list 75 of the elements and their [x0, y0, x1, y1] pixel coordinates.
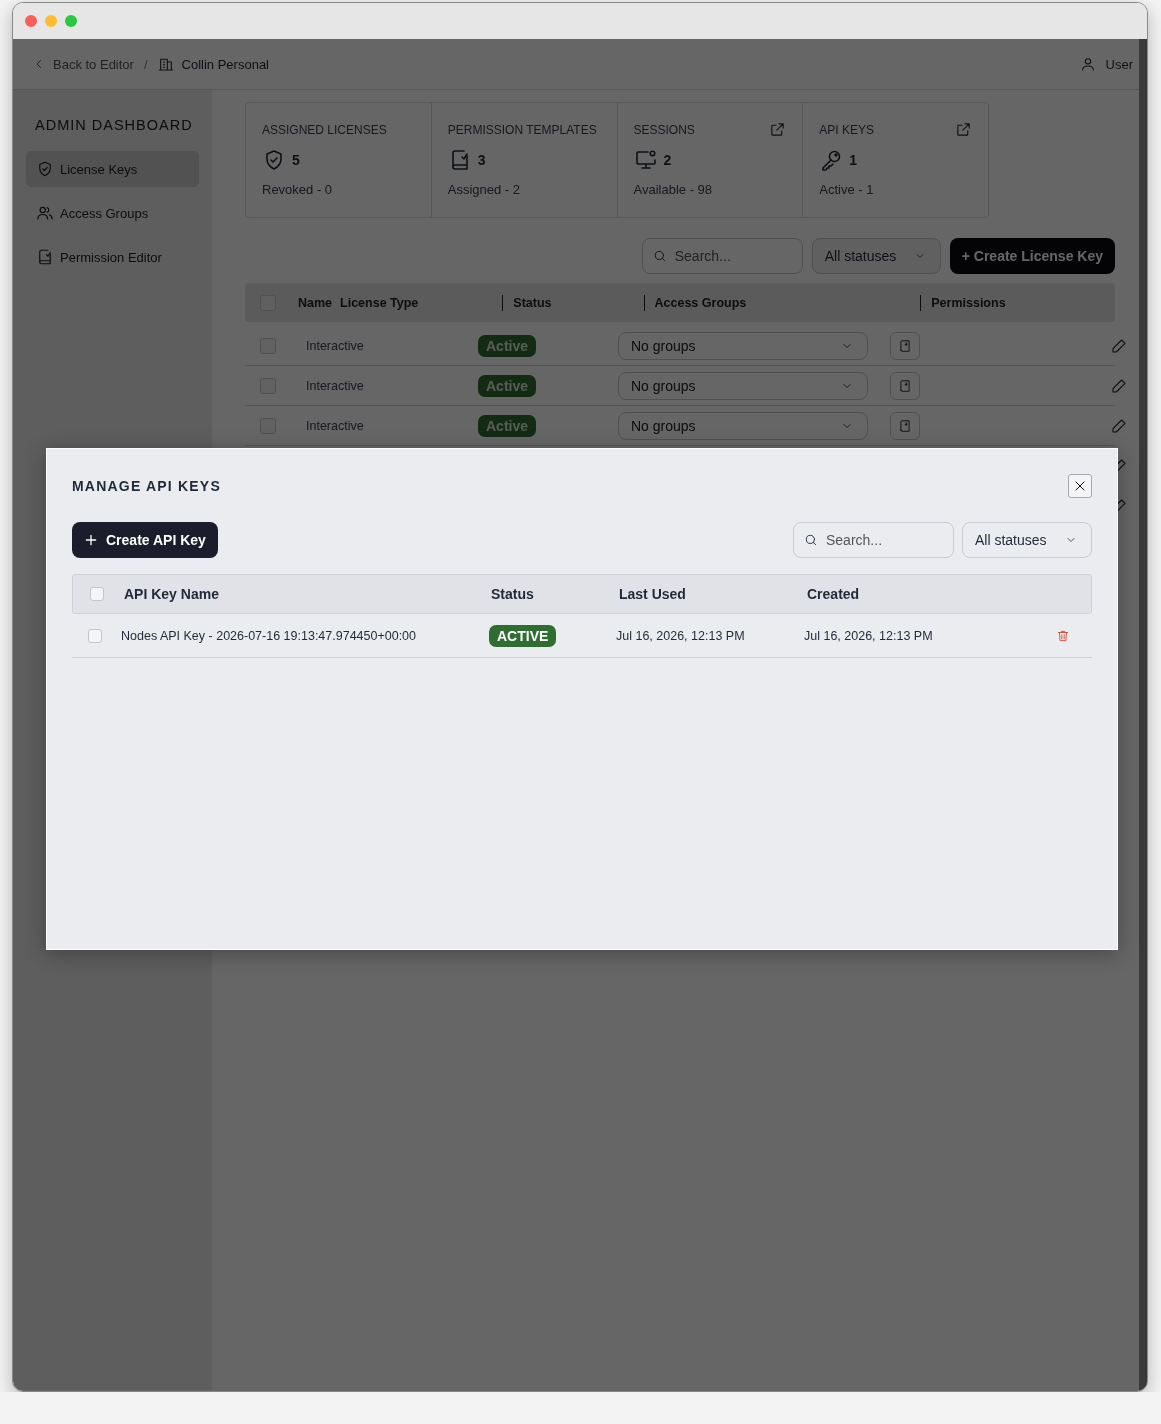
column-header: Name: [298, 295, 333, 310]
permissions-button[interactable]: [890, 331, 920, 360]
row-checkbox[interactable]: [88, 628, 102, 643]
column-header: Status: [491, 586, 535, 602]
sidebar-item[interactable]: Permission Editor: [26, 239, 199, 275]
stat-detail: Active - 1: [819, 182, 875, 197]
license-type: Interactive: [306, 338, 365, 353]
modal-title: MANAGE API KEYS: [72, 478, 221, 494]
stat-title: SESSIONS: [633, 122, 695, 137]
license-type: Interactive: [306, 378, 365, 393]
external-link-icon[interactable]: [769, 121, 787, 138]
search-field[interactable]: Search...: [641, 238, 803, 274]
created-date: Jul 16, 2026, 12:13 PM: [804, 628, 934, 643]
column-header: License Type: [340, 295, 419, 310]
stat-detail: Assigned - 2: [447, 182, 521, 197]
sidebar-item[interactable]: License Keys: [26, 151, 199, 187]
scrollbar[interactable]: [1139, 39, 1147, 1391]
stat-value: 2: [663, 152, 672, 168]
select-all-checkbox[interactable]: [90, 587, 104, 601]
zoom-window-button[interactable]: [65, 15, 77, 27]
trash-icon[interactable]: [1056, 628, 1070, 643]
last-used-date: Jul 16, 2026, 12:13 PM: [616, 628, 746, 643]
column-header: API Key Name: [124, 586, 220, 602]
book-icon: [898, 338, 912, 353]
column-header: Last Used: [619, 586, 687, 602]
search-field[interactable]: Search...: [793, 522, 954, 558]
book-icon: [898, 418, 912, 433]
building-icon: [157, 56, 174, 72]
user-icon: [1079, 56, 1096, 72]
book-icon: [36, 248, 54, 266]
api-key-name: Nodes API Key - 2026-07-16 19:13:47.974450+00:00: [121, 628, 418, 643]
stat-value: 3: [477, 152, 486, 168]
close-button[interactable]: [1068, 474, 1092, 498]
user-menu[interactable]: User: [1105, 56, 1133, 72]
sidebar-item[interactable]: Access Groups: [26, 195, 199, 231]
column-header: Permissions: [931, 295, 1006, 310]
external-link-icon[interactable]: [955, 121, 972, 138]
column-header: Access Groups: [654, 295, 747, 310]
breadcrumb-separator: /: [143, 56, 148, 72]
status-filter-dropdown[interactable]: All statuses: [962, 522, 1092, 558]
sidebar-title: ADMIN DASHBOARD: [35, 117, 194, 133]
plus-icon: [84, 533, 98, 547]
create-api-key-button[interactable]: Create API Key: [72, 522, 218, 558]
stat-value: 1: [849, 152, 858, 168]
stat-title: ASSIGNED LICENSES: [262, 122, 387, 137]
stat-detail: Revoked - 0: [262, 182, 334, 197]
stat-title: PERMISSION TEMPLATES: [447, 122, 597, 137]
column-header: Created: [807, 586, 861, 602]
users-icon: [36, 204, 54, 222]
status-badge: Active: [478, 334, 537, 357]
license-type: Interactive: [306, 418, 365, 433]
stat-title: API KEYS: [819, 122, 874, 137]
stat-detail: Available - 98: [633, 182, 714, 197]
search-icon: [652, 249, 667, 263]
access-groups-dropdown[interactable]: No groups: [618, 411, 868, 440]
back-link[interactable]: Back to Editor: [53, 56, 134, 72]
book-icon: [898, 378, 912, 393]
access-groups-dropdown[interactable]: No groups: [618, 371, 868, 400]
access-groups-dropdown[interactable]: No groups: [618, 331, 868, 360]
create-license-key-button[interactable]: + Create License Key: [949, 238, 1115, 274]
workspace-name: Collin Personal: [181, 56, 269, 72]
search-icon: [804, 533, 818, 547]
shield-icon: [36, 160, 54, 178]
stat-value: 5: [292, 152, 300, 168]
minimize-window-button[interactable]: [45, 15, 57, 27]
column-header: Status: [513, 295, 552, 310]
permissions-button[interactable]: [890, 411, 920, 440]
status-badge: Active: [478, 414, 537, 437]
monitor-icon: [633, 148, 658, 172]
close-icon: [1073, 479, 1087, 493]
permissions-button[interactable]: [890, 371, 920, 400]
status-badge: Active: [478, 374, 537, 397]
status-filter-dropdown[interactable]: All statuses: [811, 238, 941, 274]
close-window-button[interactable]: [25, 15, 37, 27]
status-badge: ACTIVE: [489, 624, 557, 647]
